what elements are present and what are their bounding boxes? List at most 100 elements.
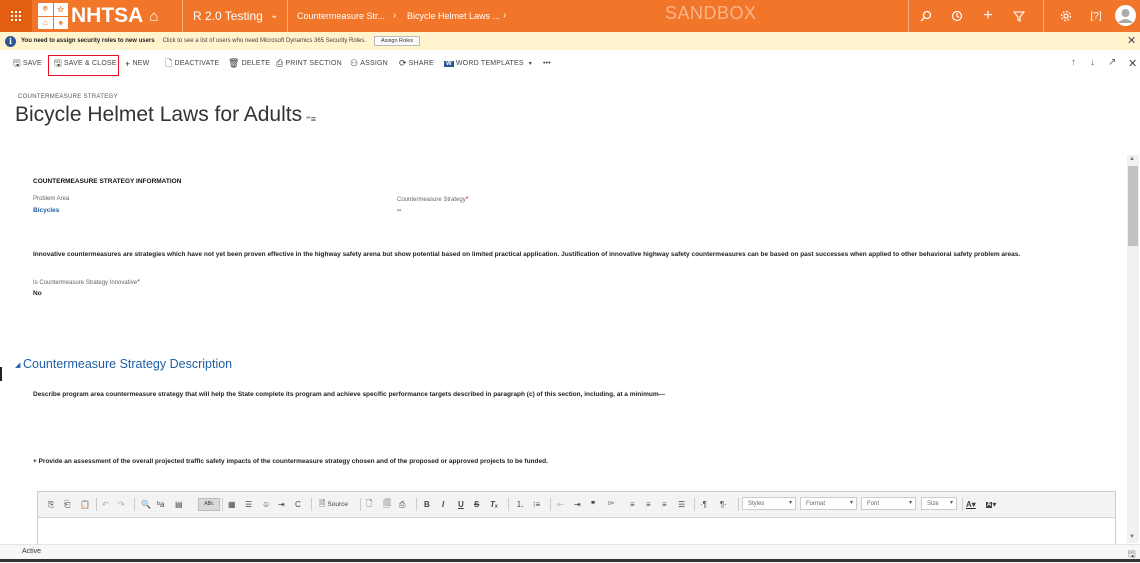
app-name[interactable]: R 2.0 Testing (193, 9, 263, 23)
text-color-icon[interactable]: A▾ (966, 498, 976, 511)
size-dropdown[interactable]: Size (921, 497, 957, 510)
help-icon[interactable]: [?] (1086, 6, 1106, 26)
app-launcher-icon[interactable] (0, 0, 32, 32)
close-icon[interactable]: ✕ (1127, 34, 1136, 47)
description-section-title[interactable]: Countermeasure Strategy Description (23, 357, 232, 371)
div-icon[interactable]: ᴰᴵⱽ (608, 498, 614, 511)
recommended-indicator: * (137, 279, 140, 286)
find-icon[interactable]: 🔍 (141, 498, 151, 511)
assign-button[interactable]: ⚇ ASSIGN (350, 57, 388, 70)
describe-instruction: Describe program area countermeasure str… (33, 391, 666, 398)
form-selector-icon[interactable]: ⁼≡ (306, 114, 316, 125)
font-dropdown[interactable]: Font (861, 497, 916, 510)
share-button[interactable]: ⟳ SHARE (399, 57, 434, 70)
scrollbar-thumb[interactable] (1128, 166, 1138, 246)
save-button[interactable]: 🖫 SAVE (13, 57, 42, 70)
chevron-right-icon: › (393, 10, 397, 21)
notification-message: You need to assign security roles to new… (21, 38, 155, 44)
ltr-icon[interactable]: ·¶ (700, 498, 707, 511)
word-templates-button[interactable]: W WORD TEMPLATES ▾ (444, 57, 532, 70)
more-commands-button[interactable]: ••• (543, 57, 551, 70)
deactivate-button[interactable]: 🗋 DEACTIVATE (165, 57, 219, 70)
filter-icon[interactable] (1009, 6, 1029, 26)
select-all-icon[interactable]: ▤ (175, 498, 183, 511)
nhtsa-logo[interactable]: ⌾ ☆ ⌂ ♠ NHTSA ⌂ (38, 3, 158, 29)
maximize-icon[interactable]: C (295, 498, 301, 511)
plus-icon: + (125, 58, 131, 69)
source-button[interactable]: 🗎 Source (319, 498, 348, 511)
bulleted-list-icon[interactable]: ⁝≡ (533, 498, 540, 511)
user-avatar-icon[interactable] (1115, 5, 1136, 26)
styles-dropdown[interactable]: Styles (742, 497, 796, 510)
strikethrough-icon[interactable]: S (474, 498, 479, 511)
chevron-down-icon[interactable]: ⌄ (270, 10, 278, 21)
paste-icon[interactable]: 📋 (80, 498, 90, 511)
underline-icon[interactable]: U (458, 498, 464, 511)
deactivate-icon: 🗋 (165, 57, 173, 68)
breadcrumb-entity[interactable]: Countermeasure Str... (297, 11, 385, 21)
cut-icon[interactable]: ⎘ (48, 498, 54, 511)
remove-format-icon[interactable]: Tₓ (490, 498, 498, 511)
expand-icon[interactable]: ↗ (1108, 57, 1116, 68)
page-break-icon[interactable]: ⇥ (278, 498, 285, 511)
close-record-icon[interactable]: ✕ (1128, 57, 1137, 70)
align-center-icon[interactable]: ≡ (646, 498, 651, 511)
blockquote-icon[interactable]: ❞ (591, 498, 595, 511)
recent-icon[interactable] (947, 6, 967, 26)
logo-text: NHTSA (71, 4, 144, 27)
innovative-field[interactable]: No (33, 290, 42, 297)
save-icon: 🖫 (13, 57, 21, 68)
preview-icon[interactable]: 🗐 (383, 498, 391, 511)
nav-divider (908, 0, 909, 32)
command-bar: 🖫 SAVE 🖫 SAVE & CLOSE + NEW 🗋 DEACTIVATE 🗑 DE… (0, 53, 1140, 74)
italic-icon[interactable]: I (442, 498, 444, 511)
nhtsa-seal-icon: ⌾ ☆ ⌂ ♠ (38, 3, 68, 29)
delete-button[interactable]: 🗑 DELETE (228, 57, 270, 70)
search-icon[interactable] (916, 6, 936, 26)
horizontal-line-icon[interactable]: ☰ (245, 498, 252, 511)
print-icon[interactable]: ⎙ (399, 498, 405, 511)
scroll-down-icon[interactable]: ▼ (1129, 534, 1135, 540)
background-color-icon[interactable]: A ▾ (986, 498, 996, 511)
align-justify-icon[interactable]: ☰ (678, 498, 685, 511)
redo-icon[interactable]: ↷ (118, 498, 125, 511)
copy-icon[interactable]: ⎗ (64, 498, 70, 511)
replace-icon[interactable]: ᵇa (157, 498, 164, 511)
innovative-description: Innovative countermeasures are strategie… (33, 251, 1021, 258)
top-navigation-bar: ⌾ ☆ ⌂ ♠ NHTSA ⌂ R 2.0 Testing ⌄ Countermea… (0, 0, 1140, 32)
print-section-button[interactable]: ⎙ PRINT SECTION (276, 57, 342, 70)
countermeasure-strategy-label: Countermeasure Strategy* (397, 196, 469, 203)
chevron-right-icon[interactable]: › (503, 10, 506, 21)
share-icon: ⟳ (399, 58, 407, 68)
align-left-icon[interactable]: ≡ (630, 498, 635, 511)
assign-roles-button[interactable]: Assign Roles (374, 36, 421, 46)
arrow-up-icon[interactable]: ↑ (1071, 57, 1076, 68)
outdent-icon[interactable]: ⇤ (557, 498, 564, 511)
trash-icon: 🗑 (228, 58, 240, 68)
bold-icon[interactable]: B (424, 498, 430, 511)
countermeasure-strategy-field[interactable]: -- (397, 207, 401, 214)
record-title: Bicycle Helmet Laws for Adults (15, 103, 303, 126)
spellcheck-icon[interactable]: ᴬᴮᶜ (198, 498, 220, 511)
home-icon[interactable]: ⌂ (149, 8, 158, 25)
undo-icon[interactable]: ↶ (102, 498, 109, 511)
arrow-down-icon[interactable]: ↓ (1090, 57, 1095, 68)
format-dropdown[interactable]: Format (800, 497, 857, 510)
rtl-icon[interactable]: ¶· (720, 498, 727, 511)
smiley-icon[interactable]: ☺ (262, 498, 270, 511)
align-right-icon[interactable]: ≡ (662, 498, 667, 511)
breadcrumb-record[interactable]: Bicycle Helmet Laws ... (407, 11, 500, 21)
numbered-list-icon[interactable]: ⒈ (516, 498, 524, 511)
indent-icon[interactable]: ⇥ (574, 498, 581, 511)
required-indicator: * (465, 196, 469, 203)
plus-icon[interactable]: + (978, 6, 998, 26)
settings-icon[interactable] (1056, 6, 1076, 26)
new-page-icon[interactable]: 🗋 (366, 498, 372, 511)
scroll-up-icon[interactable]: ▲ (1129, 156, 1135, 162)
notification-detail[interactable]: Click to see a list of users who need Mi… (163, 38, 366, 44)
table-icon[interactable]: ▦ (228, 498, 236, 511)
new-button[interactable]: + NEW (125, 57, 149, 70)
section-title: COUNTERMEASURE STRATEGY INFORMATION (33, 178, 182, 185)
collapse-icon[interactable]: ◢ (15, 361, 20, 369)
problem-area-lookup[interactable]: Bicycles (33, 207, 59, 214)
